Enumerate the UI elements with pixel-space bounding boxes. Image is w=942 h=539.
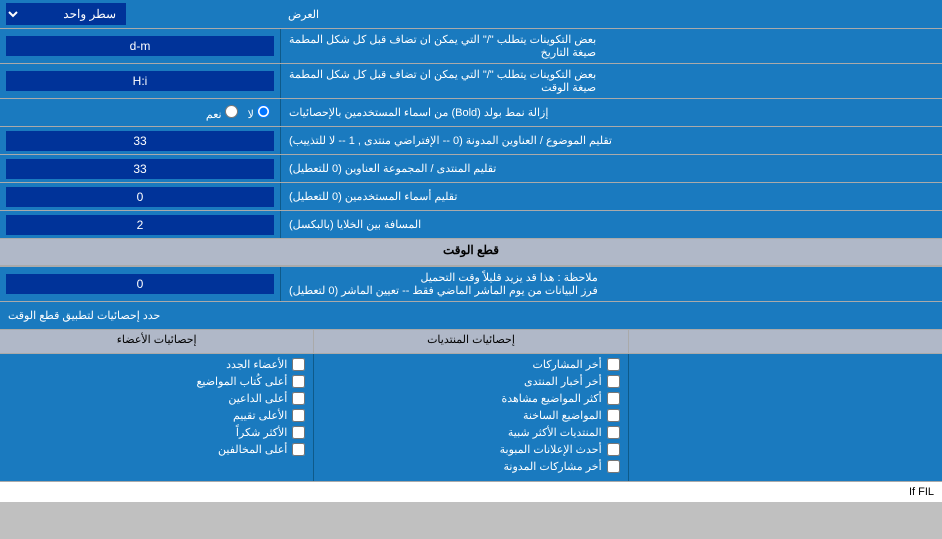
radio-cell-bold: لا نعم <box>0 99 280 126</box>
checkbox-item: أحدث الإعلانات المبوبة <box>322 443 619 456</box>
checkbox-item: أخر مشاركات المدونة <box>322 460 619 473</box>
col2-header: إحصائيات المنتديات <box>313 330 627 353</box>
input-cell-cutoff <box>0 267 280 301</box>
footer-text: If FIL <box>0 481 942 502</box>
time-format-input[interactable] <box>6 71 274 91</box>
select-cell: سطر واحد سطرين ثلاثة أسطر <box>0 0 280 28</box>
input-cell-trim-topics <box>0 127 280 154</box>
input-cell-time <box>0 64 280 98</box>
label-date-format: بعض التكوينات يتطلب "/" التي يمكن ان تضا… <box>280 29 942 63</box>
cutoff-input[interactable] <box>6 274 274 294</box>
label-cutoff: ملاحظة : هذا قد يزيد قليلاً وقت التحميلف… <box>280 267 942 301</box>
cb-most-viewed[interactable] <box>607 392 620 405</box>
label-cell-spacing: المسافة بين الخلايا (بالبكسل) <box>280 211 942 238</box>
checkbox-item: أعلى كُتاب المواضيع <box>8 375 305 388</box>
checkbox-item: أخر المشاركات <box>322 358 619 371</box>
input-cell-trim-users <box>0 183 280 210</box>
cb-top-writers[interactable] <box>292 375 305 388</box>
checkbox-item: أخر أخبار المنتدى <box>322 375 619 388</box>
checkbox-item: الأعلى تقييم <box>8 409 305 422</box>
input-cell-trim-forum <box>0 155 280 182</box>
checkbox-col3 <box>628 354 942 481</box>
cb-last-blog[interactable] <box>607 460 620 473</box>
cb-top-inviters[interactable] <box>292 392 305 405</box>
trim-forum-input[interactable] <box>6 159 274 179</box>
section-header-cutoff: قطع الوقت <box>0 239 942 266</box>
input-cell-date <box>0 29 280 63</box>
checkbox-col2: أخر المشاركات أخر أخبار المنتدى أكثر الم… <box>313 354 627 481</box>
label-limit: حدد إحصائيات لتطبيق قطع الوقت <box>0 302 942 329</box>
cb-latest-ads[interactable] <box>607 443 620 456</box>
trim-topics-input[interactable] <box>6 131 274 151</box>
col3-header <box>628 330 942 353</box>
cb-hot-topics[interactable] <box>607 409 620 422</box>
cell-spacing-input[interactable] <box>6 215 274 235</box>
cb-top-violators[interactable] <box>292 443 305 456</box>
col1-header: إحصائيات الأعضاء <box>0 330 313 353</box>
label-trim-topics: تقليم الموضوع / العناوين المدونة (0 -- ا… <box>280 127 942 154</box>
label-bold-remove: إزالة نمط بولد (Bold) من اسماء المستخدمي… <box>280 99 942 126</box>
cb-top-rated[interactable] <box>292 409 305 422</box>
radio-yes-label: نعم <box>206 105 238 121</box>
label-trim-users: تقليم أسماء المستخدمين (0 للتعطيل) <box>280 183 942 210</box>
checkbox-item: الأعضاء الجدد <box>8 358 305 371</box>
checkbox-col1: الأعضاء الجدد أعلى كُتاب المواضيع أعلى ا… <box>0 354 313 481</box>
input-cell-spacing <box>0 211 280 238</box>
cb-most-thanks[interactable] <box>292 426 305 439</box>
cb-new-members[interactable] <box>292 358 305 371</box>
label-trim-forum: تقليم المنتدى / المجموعة العناوين (0 للت… <box>280 155 942 182</box>
cb-most-similar[interactable] <box>607 426 620 439</box>
display-select[interactable]: سطر واحد سطرين ثلاثة أسطر <box>6 3 126 25</box>
trim-users-input[interactable] <box>6 187 274 207</box>
label-display: العرض <box>280 0 942 28</box>
checkbox-item: أكثر المواضيع مشاهدة <box>322 392 619 405</box>
radio-no[interactable] <box>257 105 270 118</box>
date-format-input[interactable] <box>6 36 274 56</box>
label-time-format: بعض التكوينات يتطلب "/" التي يمكن ان تضا… <box>280 64 942 98</box>
checkbox-item: المواضيع الساخنة <box>322 409 619 422</box>
checkbox-item: أعلى الداعين <box>8 392 305 405</box>
cb-last-news[interactable] <box>607 375 620 388</box>
checkbox-item: أعلى المخالفين <box>8 443 305 456</box>
checkbox-item: المنتديات الأكثر شبية <box>322 426 619 439</box>
radio-no-label: لا <box>248 105 270 121</box>
radio-yes[interactable] <box>225 105 238 118</box>
checkbox-item: الأكثر شكراً <box>8 426 305 439</box>
cb-last-posts[interactable] <box>607 358 620 371</box>
